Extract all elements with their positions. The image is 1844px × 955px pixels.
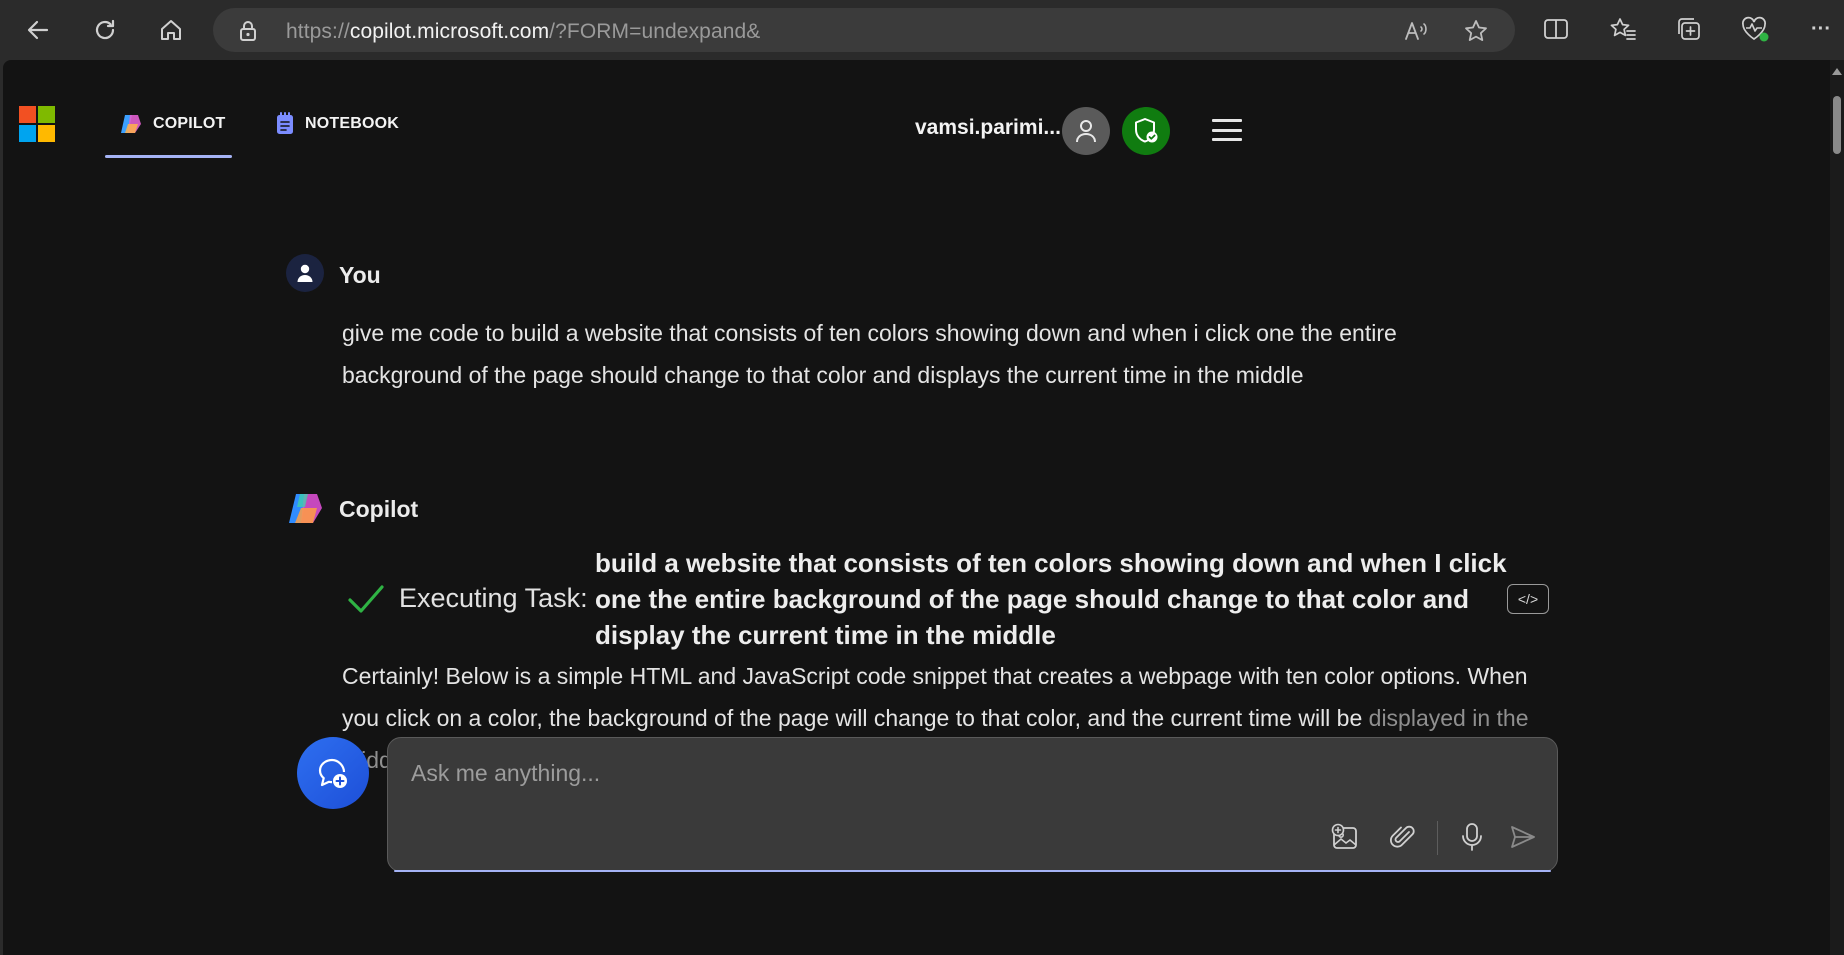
attach-icon[interactable]	[1386, 820, 1420, 854]
task-description: build a website that consists of ten col…	[595, 548, 1507, 650]
microsoft-logo[interactable]	[19, 106, 55, 142]
back-icon[interactable]	[18, 10, 58, 50]
browser-essentials-icon[interactable]	[1738, 12, 1772, 46]
tab-notebook[interactable]: NOTEBOOK	[275, 100, 399, 148]
user-label: You	[339, 262, 381, 288]
add-image-icon[interactable]	[1329, 820, 1363, 854]
browser-toolbar: https://copilot.microsoft.com/?FORM=unde…	[0, 0, 1844, 60]
more-menu-icon[interactable]: ···	[1804, 12, 1838, 46]
user-avatar-icon	[286, 254, 324, 292]
tab-notebook-label: NOTEBOOK	[305, 115, 400, 132]
scrollbar-thumb[interactable]	[1833, 96, 1841, 154]
chat-composer	[387, 737, 1558, 872]
split-screen-icon[interactable]	[1539, 12, 1573, 46]
new-topic-button[interactable]	[297, 737, 369, 809]
scroll-up-icon[interactable]	[1832, 68, 1842, 75]
lock-icon[interactable]	[239, 20, 257, 47]
send-icon[interactable]	[1506, 820, 1540, 854]
page-scrollbar[interactable]	[1830, 60, 1844, 955]
protection-shield-icon[interactable]	[1122, 107, 1170, 155]
copilot-label: Copilot	[339, 496, 419, 522]
task-label: Executing Task:	[399, 583, 588, 613]
address-bar[interactable]: https://copilot.microsoft.com/?FORM=unde…	[213, 8, 1515, 52]
read-aloud-icon[interactable]	[1403, 18, 1429, 44]
copilot-logo-icon	[286, 491, 326, 527]
tab-copilot-label: COPILOT	[153, 115, 226, 132]
tab-copilot[interactable]: COPILOT	[105, 100, 232, 158]
home-icon[interactable]	[151, 10, 191, 50]
executing-task-row: Executing Task: build a website that con…	[342, 545, 1552, 655]
copilot-page: COPILOT NOTEBOOK vamsi.parimi... You giv…	[3, 60, 1830, 955]
composer-divider	[1437, 821, 1438, 855]
hamburger-menu-icon[interactable]	[1210, 115, 1244, 145]
user-name[interactable]: vamsi.parimi...	[915, 116, 1061, 140]
copilot-tab-icon	[119, 113, 143, 135]
refresh-icon[interactable]	[85, 10, 125, 50]
user-message: give me code to build a website that con…	[342, 320, 1397, 388]
checkmark-icon	[346, 583, 386, 622]
url-text[interactable]: https://copilot.microsoft.com/?FORM=unde…	[286, 20, 760, 44]
notebook-icon	[275, 112, 295, 136]
view-code-button[interactable]: </>	[1507, 584, 1549, 614]
microphone-icon[interactable]	[1455, 820, 1489, 854]
chat-input[interactable]	[411, 760, 1311, 787]
favorites-icon[interactable]	[1606, 12, 1640, 46]
collections-icon[interactable]	[1672, 12, 1706, 46]
favorite-star-icon[interactable]	[1463, 18, 1489, 44]
avatar[interactable]	[1062, 107, 1110, 155]
response-text: Certainly! Below is a simple HTML and Ja…	[342, 663, 1528, 731]
